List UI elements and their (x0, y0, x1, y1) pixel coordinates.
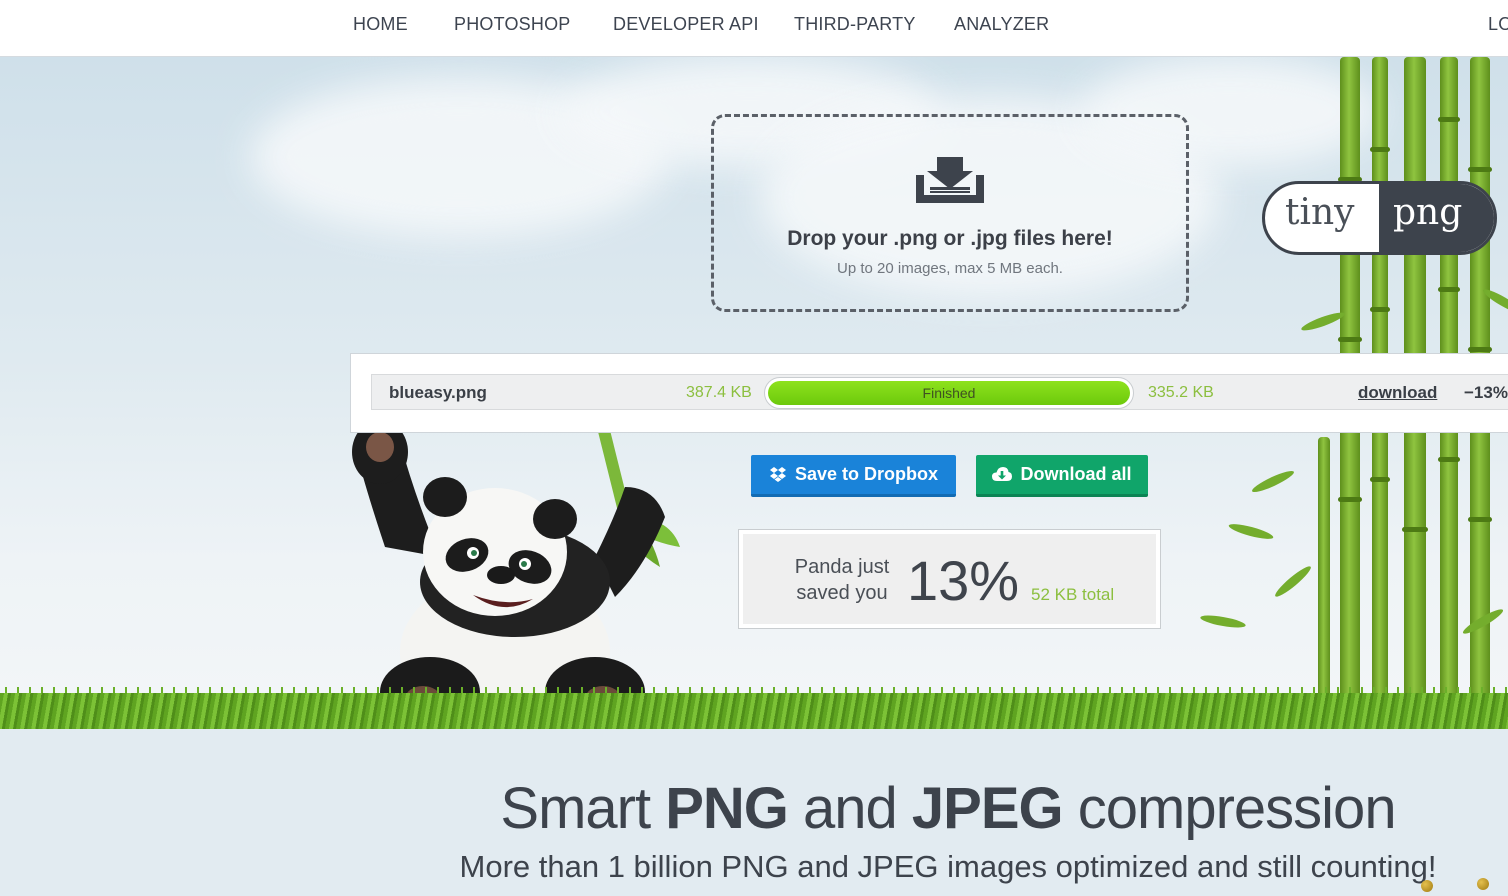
headline-part: and (787, 776, 912, 841)
results-panel: blueasy.png 387.4 KB Finished 335.2 KB d… (350, 353, 1508, 433)
tagline-section: Smart PNG and JPEG compression More than… (0, 729, 1508, 896)
hero-section: Drop your .png or .jpg files here! Up to… (0, 57, 1508, 729)
dropbox-icon (769, 466, 786, 482)
file-name: blueasy.png (389, 383, 487, 402)
savings-caption-line2: saved you (796, 582, 888, 604)
nav-login-truncated[interactable]: LO (1488, 14, 1508, 35)
nav-photoshop[interactable]: PHOTOSHOP (454, 14, 571, 35)
decorative-dot (1477, 878, 1489, 890)
top-nav: HOME PHOTOSHOP DEVELOPER API THIRD-PARTY… (0, 0, 1508, 57)
download-all-label: Download all (1020, 464, 1132, 484)
logo-text-tiny: tiny (1285, 192, 1355, 233)
drop-zone-title: Drop your .png or .jpg files here! (787, 227, 1113, 250)
headline-part: Smart (500, 776, 666, 841)
cloud-download-icon (992, 466, 1013, 481)
savings-caption: Panda just saved you (791, 554, 893, 606)
nav-third-party[interactable]: THIRD-PARTY (794, 14, 916, 35)
decorative-dot (1421, 880, 1433, 892)
headline-part: compression (1062, 776, 1397, 841)
compressed-size: 335.2 KB (1148, 384, 1214, 401)
result-row: blueasy.png 387.4 KB Finished 335.2 KB d… (371, 374, 1508, 410)
original-size: 387.4 KB (686, 384, 752, 401)
file-drop-zone[interactable]: Drop your .png or .jpg files here! Up to… (711, 114, 1189, 312)
savings-caption-line1: Panda just (794, 556, 890, 578)
panda-mascot (352, 417, 680, 727)
download-link[interactable]: download (1358, 383, 1437, 403)
save-to-dropbox-label: Save to Dropbox (794, 464, 939, 484)
savings-total-percent: 13% (907, 549, 1020, 612)
headline-jpeg: JPEG (911, 776, 1064, 841)
nav-analyzer[interactable]: ANALYZER (954, 14, 1049, 35)
nav-developer-api[interactable]: DEVELOPER API (613, 14, 759, 35)
drop-zone-subtitle: Up to 20 images, max 5 MB each. (837, 260, 1063, 277)
savings-summary: Panda just saved you 13% 52 KB total (738, 529, 1161, 629)
download-all-button[interactable]: Download all (976, 455, 1148, 497)
progress-status: Finished (922, 385, 976, 401)
savings-total-size: 52 KB total (1031, 585, 1115, 604)
subheadline: More than 1 billion PNG and JPEG images … (459, 849, 1437, 884)
grass-ground (0, 693, 1508, 729)
logo-text-png: png (1393, 192, 1463, 233)
progress-bar: Finished (764, 377, 1134, 409)
tinypng-logo: tiny png (1262, 181, 1497, 255)
save-to-dropbox-button[interactable]: Save to Dropbox (751, 455, 956, 497)
download-tray-icon (916, 157, 984, 203)
headline-png: PNG (665, 776, 789, 841)
savings-percent: −13% (1464, 383, 1508, 402)
headline: Smart PNG and JPEG compression (0, 775, 1508, 842)
nav-home[interactable]: HOME (353, 14, 408, 35)
